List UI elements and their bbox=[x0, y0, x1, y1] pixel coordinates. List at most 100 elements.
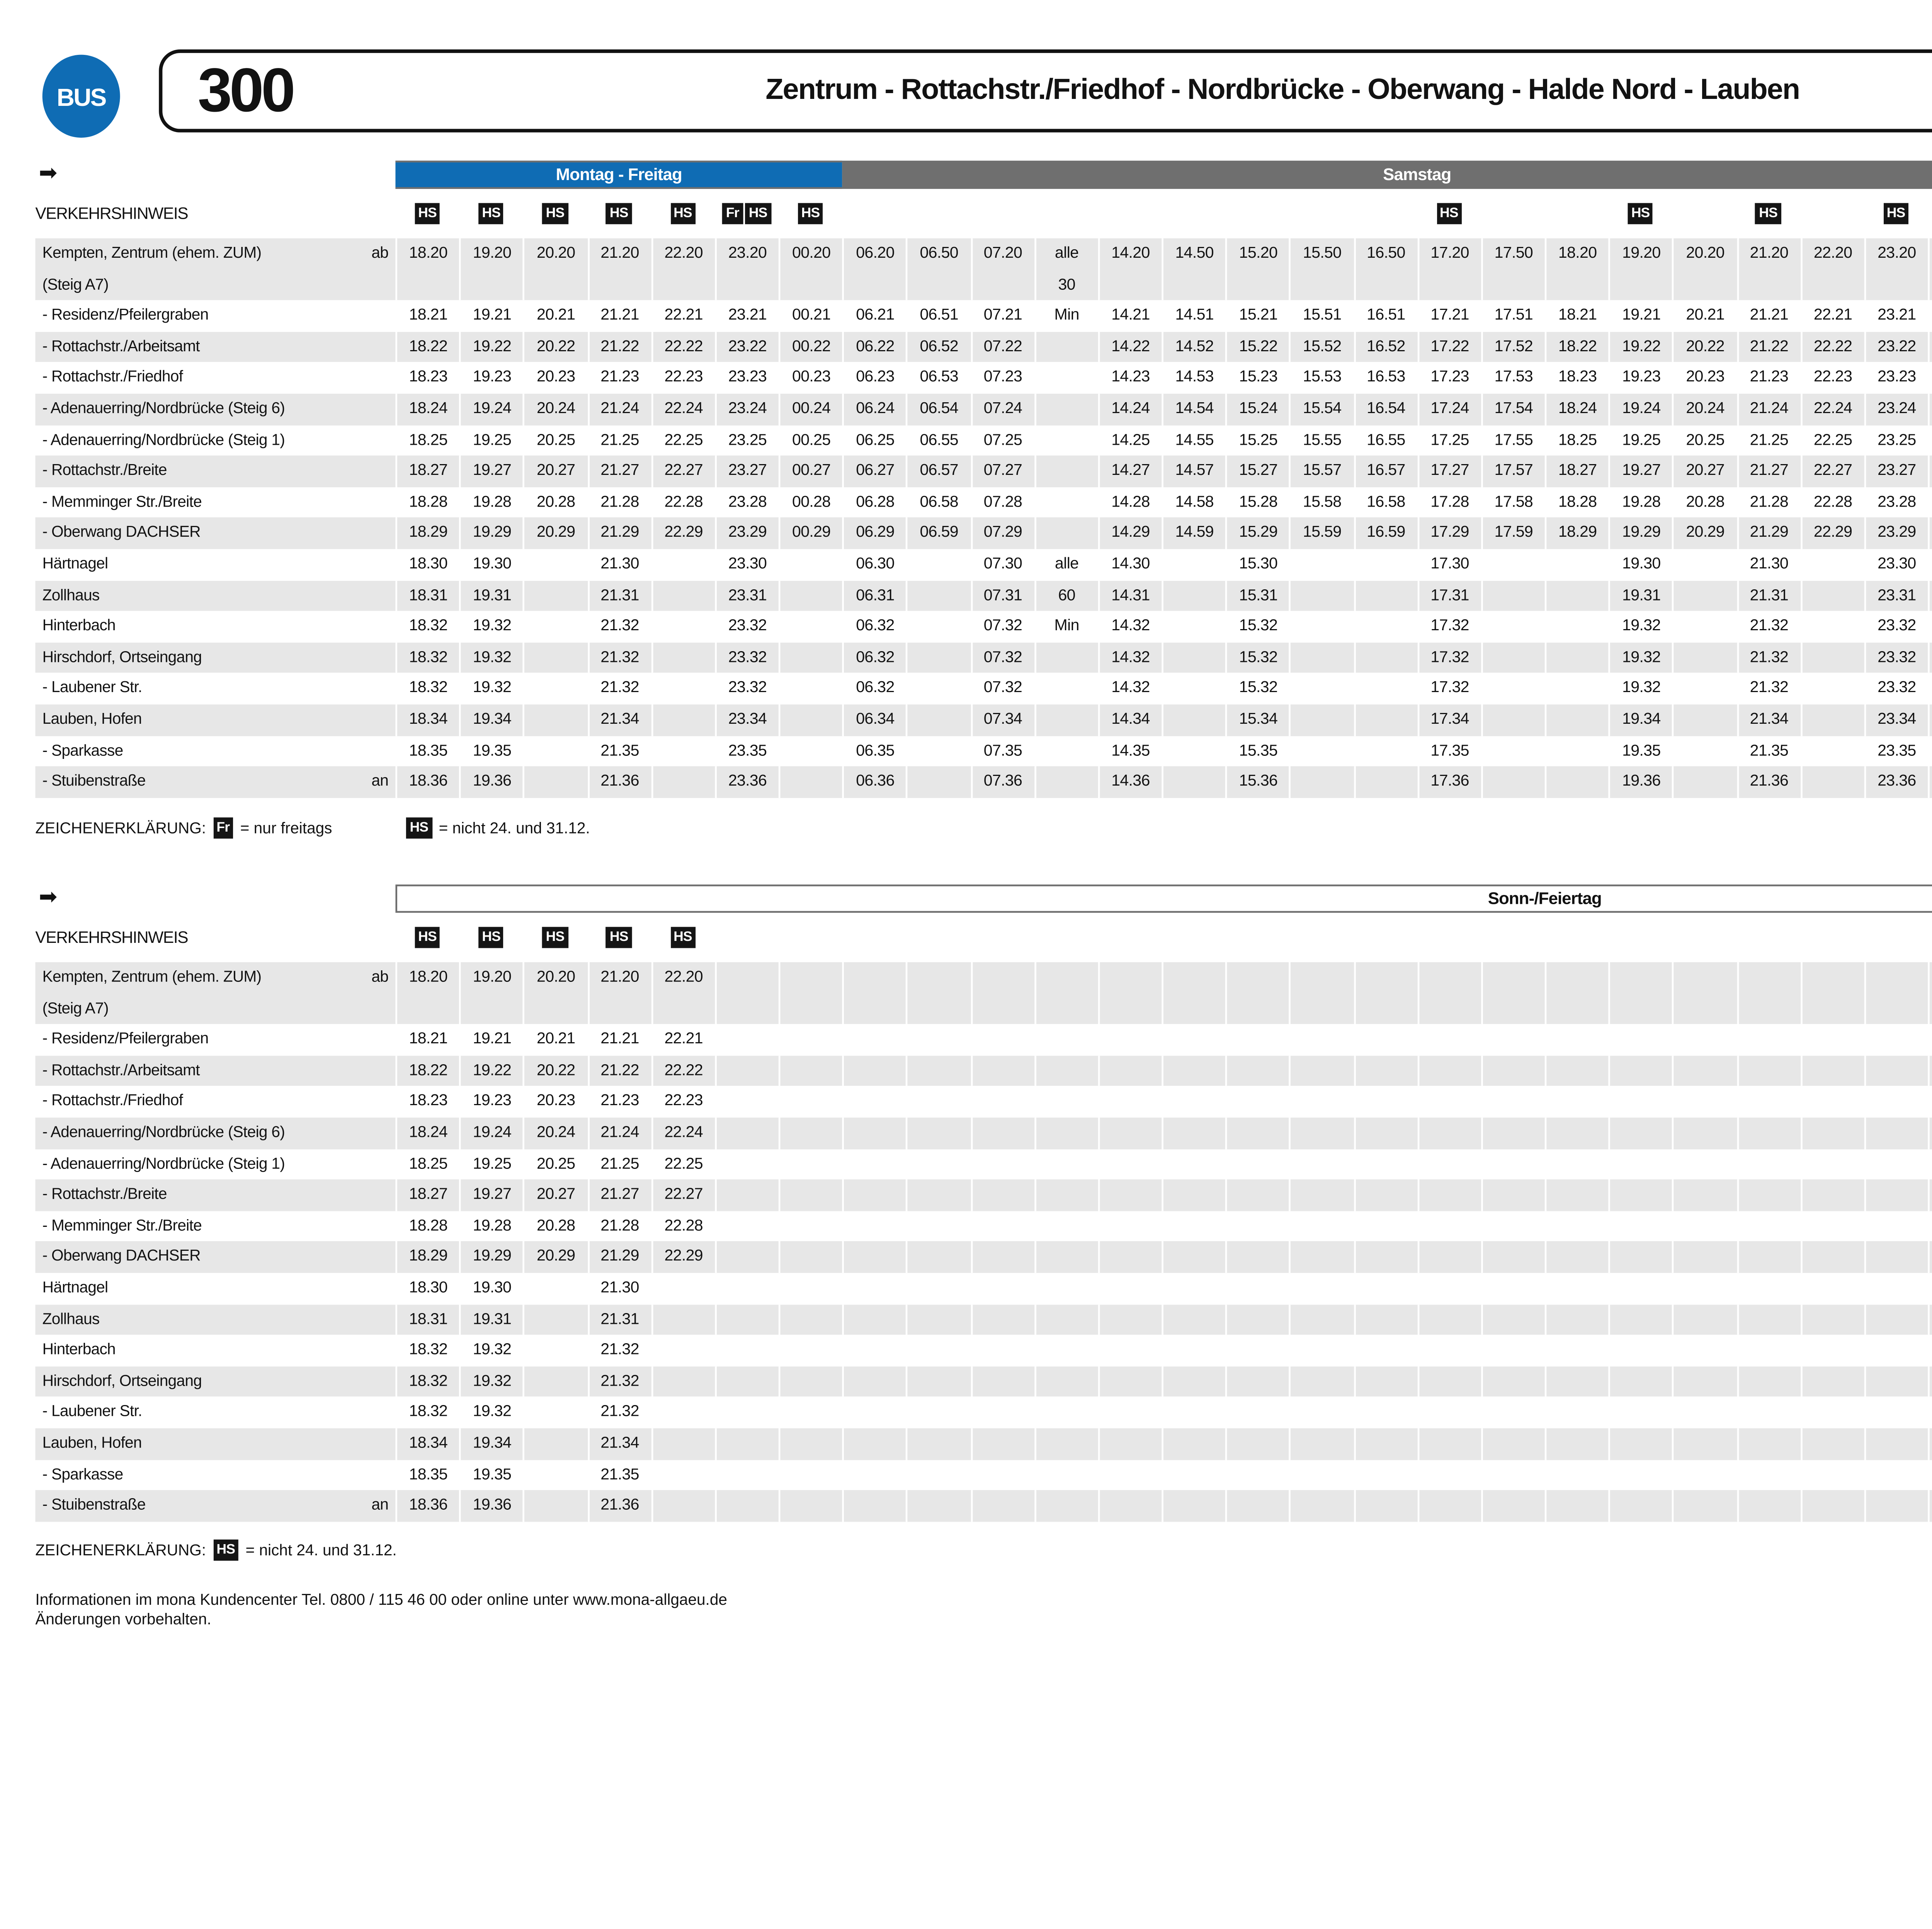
time-cell: 07.36 bbox=[970, 766, 1034, 797]
empty-cell bbox=[1545, 1087, 1609, 1118]
empty-cell bbox=[1864, 1242, 1928, 1273]
time-cell: 16.57 bbox=[1353, 456, 1417, 487]
stop-name-line: Lauben, Hofen bbox=[43, 704, 142, 735]
empty-cell bbox=[1672, 1148, 1736, 1179]
empty-cell bbox=[1800, 1087, 1864, 1118]
time-cell: 06.35 bbox=[842, 735, 906, 766]
time-cell: 23.36 bbox=[1864, 766, 1928, 797]
empty-cell bbox=[1545, 642, 1609, 673]
empty-cell bbox=[1672, 1273, 1736, 1304]
empty-cell bbox=[842, 1428, 906, 1459]
empty-cell bbox=[651, 1490, 714, 1521]
time-cell: 14.22 bbox=[1098, 332, 1162, 362]
empty-cell bbox=[906, 1211, 970, 1242]
empty-cell bbox=[779, 1242, 842, 1273]
empty-cell bbox=[1417, 1180, 1481, 1211]
empty-cell bbox=[1609, 1087, 1672, 1118]
time-cell: 19.21 bbox=[459, 301, 523, 332]
stop-name-cell: - Rottachstr./Friedhof bbox=[35, 1087, 395, 1118]
empty-cell bbox=[1417, 1397, 1481, 1428]
empty-cell bbox=[842, 1242, 906, 1273]
stop-name: - Memminger Str./Breite bbox=[43, 487, 202, 518]
time-cell: 18.29 bbox=[395, 1242, 459, 1273]
time-cell: 21.35 bbox=[587, 1459, 651, 1490]
empty-cell bbox=[779, 1055, 842, 1086]
empty-cell bbox=[1034, 1273, 1098, 1304]
stop-row: - Adenauerring/Nordbrücke (Steig 1)18.25… bbox=[35, 1148, 1932, 1179]
empty-cell bbox=[715, 1148, 779, 1179]
time-cell: 19.20 bbox=[459, 962, 523, 1024]
empty-cell bbox=[1736, 1242, 1800, 1273]
stop-name-line: - Adenauerring/Nordbrücke (Steig 6) bbox=[43, 1118, 285, 1148]
time-cell: 19.30 bbox=[459, 549, 523, 580]
time-cell: 00.28 bbox=[779, 487, 842, 518]
time-cell: 20.27 bbox=[1672, 456, 1736, 487]
stop-name: Hirschdorf, Ortseingang bbox=[43, 1366, 202, 1397]
empty-cell bbox=[779, 962, 842, 1024]
timetable-page: BUS 300 Zentrum - Rottachstr./Friedhof -… bbox=[0, 0, 1932, 1929]
stop-name-line: - Laubener Str. bbox=[43, 1397, 142, 1428]
empty-cell bbox=[523, 642, 587, 673]
time-cell: 15.31 bbox=[1226, 580, 1289, 611]
stop-name-line: Hinterbach bbox=[43, 611, 116, 642]
time-cell: 20.21 bbox=[523, 1024, 587, 1055]
direction-arrow-icon: ➡ bbox=[35, 885, 395, 913]
empty-cell bbox=[1481, 1242, 1545, 1273]
empty-cell bbox=[970, 1024, 1034, 1055]
time-cell: 21.31 bbox=[1736, 580, 1800, 611]
time-cell: 00.25 bbox=[1928, 425, 1932, 456]
stop-name-line: Lauben, Hofen bbox=[43, 1428, 142, 1459]
empty-cell bbox=[1672, 1118, 1736, 1148]
time-cell: 19.35 bbox=[459, 1459, 523, 1490]
time-cell: 17.24 bbox=[1417, 394, 1481, 425]
time-cell: 23.21 bbox=[1864, 301, 1928, 332]
time-cell: 22.28 bbox=[651, 1211, 714, 1242]
empty-cell bbox=[1226, 962, 1289, 1024]
stop-row: Härtnagel18.3019.3021.30 bbox=[35, 1273, 1932, 1304]
time-cell: 15.20 bbox=[1226, 238, 1289, 301]
empty-cell bbox=[523, 549, 587, 580]
time-cell: 19.35 bbox=[459, 735, 523, 766]
time-cell: 19.30 bbox=[1609, 549, 1672, 580]
empty-cell bbox=[651, 1304, 714, 1335]
time-cell: 23.24 bbox=[1864, 394, 1928, 425]
empty-cell bbox=[1034, 1242, 1098, 1273]
time-cell: 23.32 bbox=[715, 642, 779, 673]
hs-badge: HS bbox=[1755, 203, 1781, 225]
empty-cell bbox=[1353, 1490, 1417, 1521]
time-cell: 16.54 bbox=[1353, 394, 1417, 425]
time-cell: 19.20 bbox=[1609, 238, 1672, 301]
empty-cell bbox=[779, 611, 842, 642]
empty-cell bbox=[1034, 766, 1098, 797]
direction-arrow-icon: ➡ bbox=[35, 161, 395, 189]
empty-cell bbox=[1481, 1366, 1545, 1397]
hs-badge: HS bbox=[543, 927, 568, 948]
empty-cell bbox=[523, 1397, 587, 1428]
stop-name-cell: - Memminger Str./Breite bbox=[35, 487, 395, 518]
empty-cell bbox=[1864, 1335, 1928, 1366]
time-cell: 14.35 bbox=[1098, 735, 1162, 766]
empty-cell bbox=[1672, 1459, 1736, 1490]
empty-cell bbox=[1162, 1366, 1225, 1397]
empty-cell bbox=[715, 1024, 779, 1055]
empty-cell bbox=[1928, 1087, 1932, 1118]
stop-row: - Residenz/Pfeilergraben18.2119.2120.212… bbox=[35, 1024, 1932, 1055]
empty-cell bbox=[1672, 1366, 1736, 1397]
time-cell: 22.29 bbox=[1800, 518, 1864, 549]
time-cell: 15.29 bbox=[1226, 518, 1289, 549]
time-cell: 18.35 bbox=[395, 735, 459, 766]
empty-cell bbox=[1545, 766, 1609, 797]
time-cell: 20.28 bbox=[1672, 487, 1736, 518]
stop-row: - Rottachstr./Arbeitsamt18.2219.2220.222… bbox=[35, 332, 1932, 362]
empty-cell bbox=[1034, 518, 1098, 549]
stop-name: - Sparkasse bbox=[43, 1459, 123, 1490]
time-cell: 18.27 bbox=[395, 456, 459, 487]
stop-row: Lauben, Hofen18.3419.3421.3423.3406.3407… bbox=[35, 704, 1932, 735]
empty-cell bbox=[1928, 766, 1932, 797]
time-cell: 18.27 bbox=[395, 1180, 459, 1211]
empty-cell bbox=[1800, 549, 1864, 580]
empty-cell bbox=[1672, 1024, 1736, 1055]
empty-cell bbox=[523, 1273, 587, 1304]
empty-cell bbox=[1098, 1273, 1162, 1304]
time-cell: 20.24 bbox=[1672, 394, 1736, 425]
